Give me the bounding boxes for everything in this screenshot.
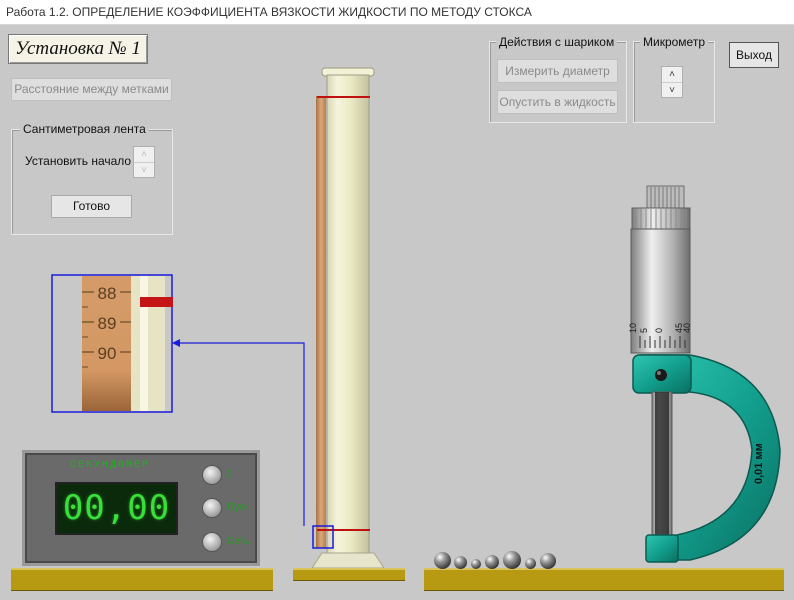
start-knob[interactable] xyxy=(202,498,222,518)
lock-screw-icon xyxy=(655,369,667,381)
upper-mark xyxy=(317,96,370,98)
steel-ball[interactable] xyxy=(525,558,536,569)
steel-ball[interactable] xyxy=(471,559,481,569)
thimble-tick-label: 0 xyxy=(654,328,664,333)
micrometer-ratchet[interactable] xyxy=(646,185,685,210)
zoom-glass-highlight xyxy=(140,276,148,411)
reset-knob-label: 0 xyxy=(227,469,233,480)
steel-ball[interactable] xyxy=(503,551,521,569)
right-shelf xyxy=(424,568,784,591)
left-shelf xyxy=(11,568,273,591)
zoom-red-mark xyxy=(140,297,173,307)
zoom-tick-label: 90 xyxy=(98,344,117,363)
cylinder-base xyxy=(311,552,385,569)
power-knob[interactable] xyxy=(202,532,222,552)
stopwatch-display: 00,00 xyxy=(55,482,178,535)
zoom-arrow-icon xyxy=(172,339,180,347)
start-knob-label: Пуск xyxy=(227,502,249,513)
app-window: Работа 1.2. ОПРЕДЕЛЕНИЕ КОЭФФИЦИЕНТА ВЯЗ… xyxy=(0,0,794,600)
micrometer-scale-label: 0,01 мм xyxy=(753,443,765,484)
centimeter-tape xyxy=(316,96,326,548)
steel-ball[interactable] xyxy=(434,552,451,569)
steel-ball[interactable] xyxy=(485,555,499,569)
glass-cylinder xyxy=(326,74,370,556)
lock-screw-highlight xyxy=(657,371,661,375)
reset-knob[interactable] xyxy=(202,465,222,485)
thimble-tick-label: 40 xyxy=(682,323,692,333)
lower-mark xyxy=(317,529,370,531)
steel-ball[interactable] xyxy=(540,553,556,569)
thimble-tick-label: 5 xyxy=(639,328,649,333)
zoom-tick-label: 89 xyxy=(98,314,117,333)
steel-ball[interactable] xyxy=(454,556,467,569)
stopwatch-title: СЕКУНДОМЕР xyxy=(70,460,151,471)
power-knob-label: Сеть xyxy=(227,536,250,547)
cylinder-shelf xyxy=(293,568,405,581)
thimble-tick-label: 10 xyxy=(628,323,638,333)
micrometer-thimble[interactable] xyxy=(630,228,691,354)
micrometer-anvil xyxy=(645,534,679,563)
zoom-tick-label: 88 xyxy=(98,284,117,303)
spindle-shadow xyxy=(655,392,669,536)
